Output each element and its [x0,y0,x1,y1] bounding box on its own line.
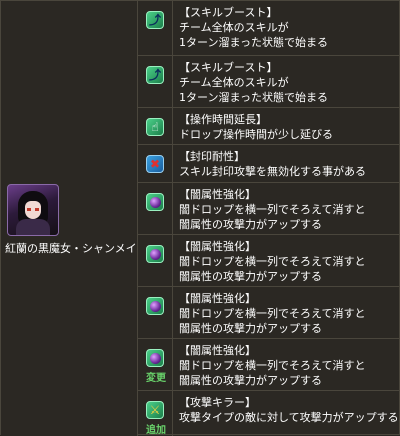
awakening-row: 【闇属性強化】 闇ドロップを横一列でそろえて消すと 闇属性の攻撃力がアップする [138,235,400,287]
awakening-desc: 攻撃タイプの敵に対して攻撃力がアップする [179,411,399,424]
awakening-desc: 闇属性の攻撃力がアップする [179,374,322,387]
awakening-title: 【スキルブースト】 [179,61,278,74]
character: 紅蘭の黒魔女・シャンメイ [5,184,137,256]
dark-row-icon [146,193,164,211]
awakening-row: ⚔ 追加 【攻撃キラー】 攻撃タイプの敵に対して攻撃力がアップする [138,391,400,436]
awakening-desc: 1ターン溜まった状態で始まる [179,91,329,104]
awakening-row: 【闇属性強化】 闇ドロップを横一列でそろえて消すと 闇属性の攻撃力がアップする [138,287,400,339]
awakening-desc: チーム全体のスキルが [179,76,289,89]
attack-killer-icon: ⚔ [146,401,164,419]
awakening-row: 変更 【闇属性強化】 闇ドロップを横一列でそろえて消すと 闇属性の攻撃力がアップ… [138,339,400,391]
seal-resist-icon: ✖ [146,155,164,173]
awakening-desc: 1ターン溜まった状態で始まる [179,36,329,49]
dark-row-icon [146,297,164,315]
awakening-desc: 闇属性の攻撃力がアップする [179,322,322,335]
awakening-title: 【闇属性強化】 [179,344,256,357]
changed-tag: 変更 [146,373,166,384]
character-portrait[interactable] [7,184,59,236]
awakening-desc: 闇属性の攻撃力がアップする [179,218,322,231]
awakening-title: 【封印耐性】 [179,150,245,163]
awakening-desc: 闇ドロップを横一列でそろえて消すと [179,203,366,216]
skill-boost-icon: ⤴ [146,11,164,29]
awakening-desc: 闇ドロップを横一列でそろえて消すと [179,255,366,268]
skill-boost-icon: ⤴ [146,66,164,84]
awakening-row: ⤴ 【スキルブースト】 チーム全体のスキルが 1ターン溜まった状態で始まる [138,56,400,108]
added-tag: 追加 [146,425,166,436]
awakening-title: 【操作時間延長】 [179,113,267,126]
dark-row-icon [146,245,164,263]
awakening-title: 【攻撃キラー】 [179,396,256,409]
awakening-desc: スキル封印攻撃を無効化する事がある [179,165,366,178]
awakening-title: 【闇属性強化】 [179,292,256,305]
character-cell: 紅蘭の黒魔女・シャンメイ [1,1,138,436]
dark-row-icon [146,349,164,367]
awakening-desc: チーム全体のスキルが [179,21,289,34]
awakening-title: 【闇属性強化】 [179,188,256,201]
awakening-row: ☝ 【操作時間延長】 ドロップ操作時間が少し延びる [138,108,400,145]
awakening-desc: 闇ドロップを横一列でそろえて消すと [179,307,366,320]
awakening-title: 【スキルブースト】 [179,6,278,19]
awakening-title: 【闇属性強化】 [179,240,256,253]
awakening-desc: 闇属性の攻撃力がアップする [179,270,322,283]
awakening-desc: 闇ドロップを横一列でそろえて消すと [179,359,366,372]
extend-time-icon: ☝ [146,118,164,136]
awakening-row: ✖ 【封印耐性】 スキル封印攻撃を無効化する事がある [138,145,400,183]
awakening-row: 【闇属性強化】 闇ドロップを横一列でそろえて消すと 闇属性の攻撃力がアップする [138,183,400,235]
awakening-row: ⤴ 【スキルブースト】 チーム全体のスキルが 1ターン溜まった状態で始まる [138,1,400,56]
character-name: 紅蘭の黒魔女・シャンメイ [5,242,137,255]
awakening-table: 紅蘭の黒魔女・シャンメイ ⤴ 【スキルブースト】 チーム全体のスキルが 1ターン… [0,0,400,436]
awakening-desc: ドロップ操作時間が少し延びる [179,128,333,141]
